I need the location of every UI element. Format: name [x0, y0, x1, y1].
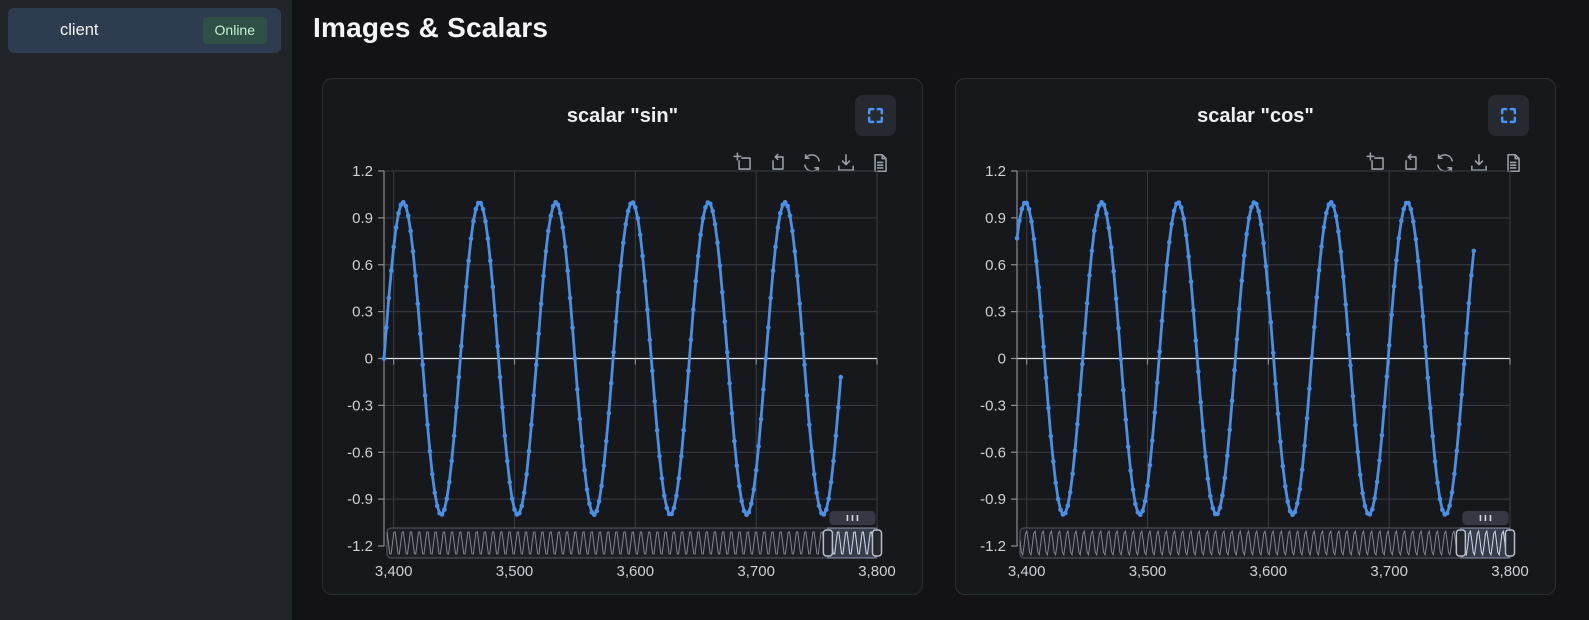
y-tick-label: 0 — [998, 351, 1006, 368]
y-tick-label: -0.9 — [347, 491, 373, 508]
client-card[interactable]: client Online — [8, 8, 281, 53]
y-tick-label: -0.3 — [980, 397, 1006, 414]
y-tick-label: -1.2 — [347, 538, 373, 555]
datazoom-move-handle[interactable] — [829, 511, 875, 525]
x-tick-label: 3,800 — [1491, 563, 1529, 580]
page-title: Images & Scalars — [313, 12, 548, 44]
x-tick-label: 3,600 — [617, 563, 655, 580]
datazoom-handle-right[interactable] — [873, 530, 882, 556]
client-status-badge: Online — [203, 17, 267, 43]
chart-plot[interactable]: 1.2 0.9 0.6 0.3 0 -0.3 -0.6 -0.9 -1.23,400 3,500 3… — [323, 79, 924, 596]
x-tick-label: 3,800 — [858, 563, 896, 580]
x-tick-label: 3,500 — [496, 563, 534, 580]
datazoom-window[interactable] — [1461, 528, 1510, 558]
client-name: client — [60, 21, 99, 40]
datazoom-handle-left[interactable] — [1456, 530, 1465, 556]
y-tick-label: 0.6 — [352, 257, 373, 274]
y-tick-label: 0.3 — [985, 304, 1006, 321]
y-tick-label: 0.6 — [985, 257, 1006, 274]
axis-labels: 1.2 0.9 0.6 0.3 0 -0.3 -0.6 -0.9 -1.23,400 3,500 3… — [980, 163, 1529, 580]
datazoom-slider[interactable] — [387, 511, 882, 558]
x-tick-label: 3,700 — [737, 563, 775, 580]
chart-card-cos: scalar "cos" 1.20.90.60.30-0.3-0.6-0.9-1… — [955, 78, 1556, 595]
sidebar: client Online — [0, 0, 292, 620]
y-tick-label: -0.9 — [980, 491, 1006, 508]
x-tick-label: 3,400 — [1008, 563, 1046, 580]
datazoom-window[interactable] — [828, 528, 877, 558]
y-tick-label: 0.9 — [352, 210, 373, 227]
y-tick-label: 0.9 — [985, 210, 1006, 227]
datazoom-handle-left[interactable] — [823, 530, 832, 556]
x-tick-label: 3,700 — [1370, 563, 1408, 580]
x-tick-label: 3,600 — [1250, 563, 1288, 580]
app-root: client Online Images & Scalars scalar "s… — [0, 0, 1589, 620]
y-tick-label: -0.3 — [347, 397, 373, 414]
chart-card-sin: scalar "sin" 1.20.90.60.30-0.3-0.6-0.9-1… — [322, 78, 923, 595]
y-tick-label: 1.2 — [352, 163, 373, 180]
x-tick-label: 3,400 — [375, 563, 413, 580]
datazoom-handle-right[interactable] — [1506, 530, 1515, 556]
datazoom-move-handle[interactable] — [1462, 511, 1508, 525]
x-tick-label: 3,500 — [1129, 563, 1167, 580]
y-tick-label: 1.2 — [985, 163, 1006, 180]
y-tick-label: 0.3 — [352, 304, 373, 321]
datazoom-slider[interactable] — [1020, 511, 1515, 558]
y-tick-label: -0.6 — [980, 444, 1006, 461]
y-tick-label: -1.2 — [980, 538, 1006, 555]
y-tick-label: 0 — [365, 351, 373, 368]
y-tick-label: -0.6 — [347, 444, 373, 461]
chart-plot[interactable]: 1.2 0.9 0.6 0.3 0 -0.3 -0.6 -0.9 -1.23,400 3,500 3… — [956, 79, 1557, 596]
axis-labels: 1.2 0.9 0.6 0.3 0 -0.3 -0.6 -0.9 -1.23,400 3,500 3… — [347, 163, 896, 580]
